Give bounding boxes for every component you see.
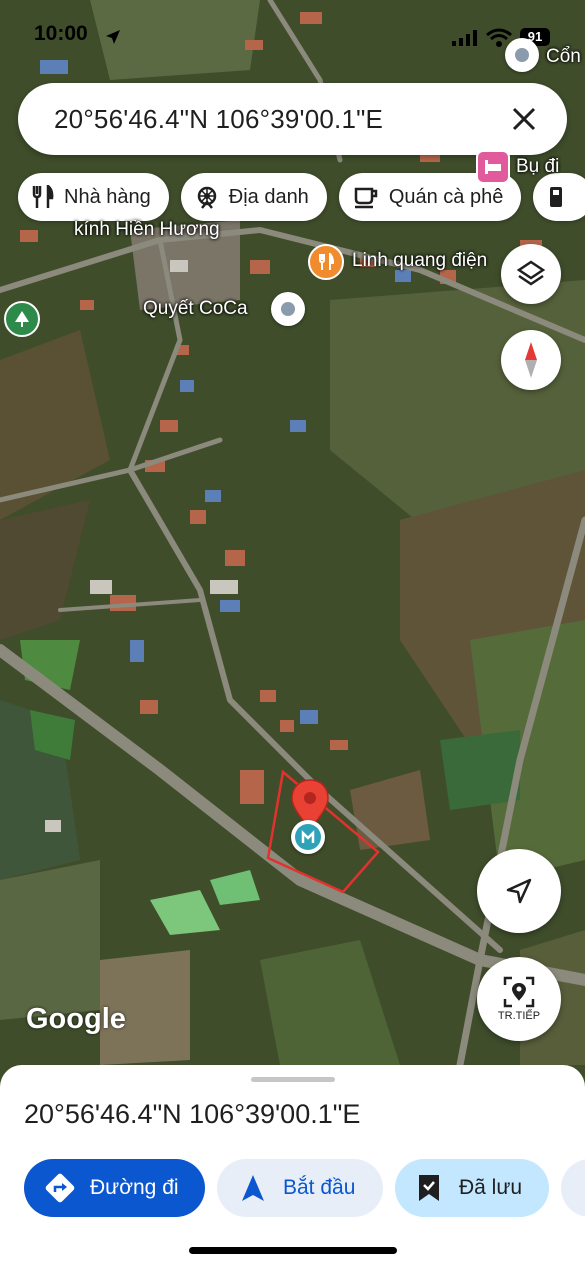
location-arrow-icon bbox=[106, 30, 120, 44]
compass-button[interactable] bbox=[501, 330, 561, 390]
my-location-button[interactable] bbox=[477, 849, 561, 933]
search-bar[interactable]: 20°56'46.4"N 106°39'00.1"E bbox=[18, 83, 567, 155]
action-row: Đường đi Bắt đầu Đã lưu bbox=[24, 1159, 585, 1217]
search-input[interactable]: 20°56'46.4"N 106°39'00.1"E bbox=[54, 104, 501, 135]
chip-label: Địa danh bbox=[228, 185, 309, 208]
map-label-poi[interactable]: Quyết CoCa bbox=[143, 298, 248, 320]
poi-dot bbox=[281, 302, 295, 316]
restaurant-pin[interactable] bbox=[308, 244, 344, 280]
street-view-icon bbox=[503, 976, 535, 1008]
navigation-icon bbox=[242, 1175, 264, 1201]
hotel-pin[interactable] bbox=[476, 150, 510, 184]
fork-knife-icon bbox=[319, 253, 334, 270]
marker-glyph-icon bbox=[301, 830, 315, 843]
fork-knife-icon bbox=[32, 185, 54, 208]
bookmark-icon bbox=[419, 1175, 439, 1201]
close-icon bbox=[512, 107, 536, 131]
directions-label: Đường đi bbox=[90, 1176, 179, 1199]
chip-label: Nhà hàng bbox=[64, 185, 151, 208]
chip-more[interactable] bbox=[533, 173, 585, 221]
poi-pin[interactable] bbox=[271, 292, 305, 326]
landmark-icon bbox=[197, 186, 216, 209]
chip-label: Quán cà phê bbox=[388, 185, 504, 208]
home-indicator bbox=[189, 1247, 397, 1254]
poi-pin-top-right[interactable] bbox=[505, 38, 539, 72]
park-pin[interactable] bbox=[4, 301, 40, 337]
marker-inner bbox=[295, 824, 321, 850]
location-marker[interactable] bbox=[291, 820, 325, 854]
signal-icon bbox=[452, 30, 477, 46]
close-button[interactable] bbox=[501, 96, 547, 142]
place-sheet[interactable]: 20°56'46.4"N 106°39'00.1"E Đường đi Bắt … bbox=[0, 1065, 585, 1266]
street-view-button[interactable]: TR.TIẾP bbox=[477, 957, 561, 1041]
navigation-arrow-icon bbox=[506, 878, 532, 904]
map-label-shop[interactable]: kính Hiền Hương bbox=[74, 219, 220, 241]
saved-label: Đã lưu bbox=[459, 1176, 523, 1199]
saved-button[interactable]: Đã lưu bbox=[395, 1159, 549, 1217]
street-view-label: TR.TIẾP bbox=[497, 1010, 541, 1022]
place-title: 20°56'46.4"N 106°39'00.1"E bbox=[24, 1099, 361, 1129]
start-button[interactable]: Bắt đầu bbox=[217, 1159, 383, 1217]
chip-restaurants[interactable]: Nhà hàng bbox=[18, 173, 169, 221]
map-label-restaurant[interactable]: Linh quang điện bbox=[352, 250, 487, 272]
compass-icon bbox=[525, 342, 537, 378]
map-label-top-right[interactable]: Cổn bbox=[546, 46, 581, 68]
directions-icon bbox=[45, 1173, 75, 1203]
google-logo: Google bbox=[26, 1003, 126, 1035]
more-action-button[interactable] bbox=[561, 1159, 585, 1217]
directions-button[interactable]: Đường đi bbox=[24, 1159, 205, 1217]
coffee-icon bbox=[354, 187, 378, 209]
fuel-icon bbox=[550, 187, 563, 207]
status-time: 10:00 bbox=[34, 22, 88, 45]
poi-dot bbox=[515, 48, 529, 62]
map-label-hotel[interactable]: Bụ đi bbox=[516, 156, 559, 178]
layers-icon bbox=[516, 260, 546, 286]
chip-landmarks[interactable]: Địa danh bbox=[180, 173, 327, 221]
start-label: Bắt đầu bbox=[283, 1176, 356, 1199]
layers-button[interactable] bbox=[501, 244, 561, 304]
bed-icon bbox=[485, 160, 501, 174]
tree-icon bbox=[15, 311, 29, 327]
sheet-drag-handle[interactable] bbox=[251, 1077, 335, 1082]
